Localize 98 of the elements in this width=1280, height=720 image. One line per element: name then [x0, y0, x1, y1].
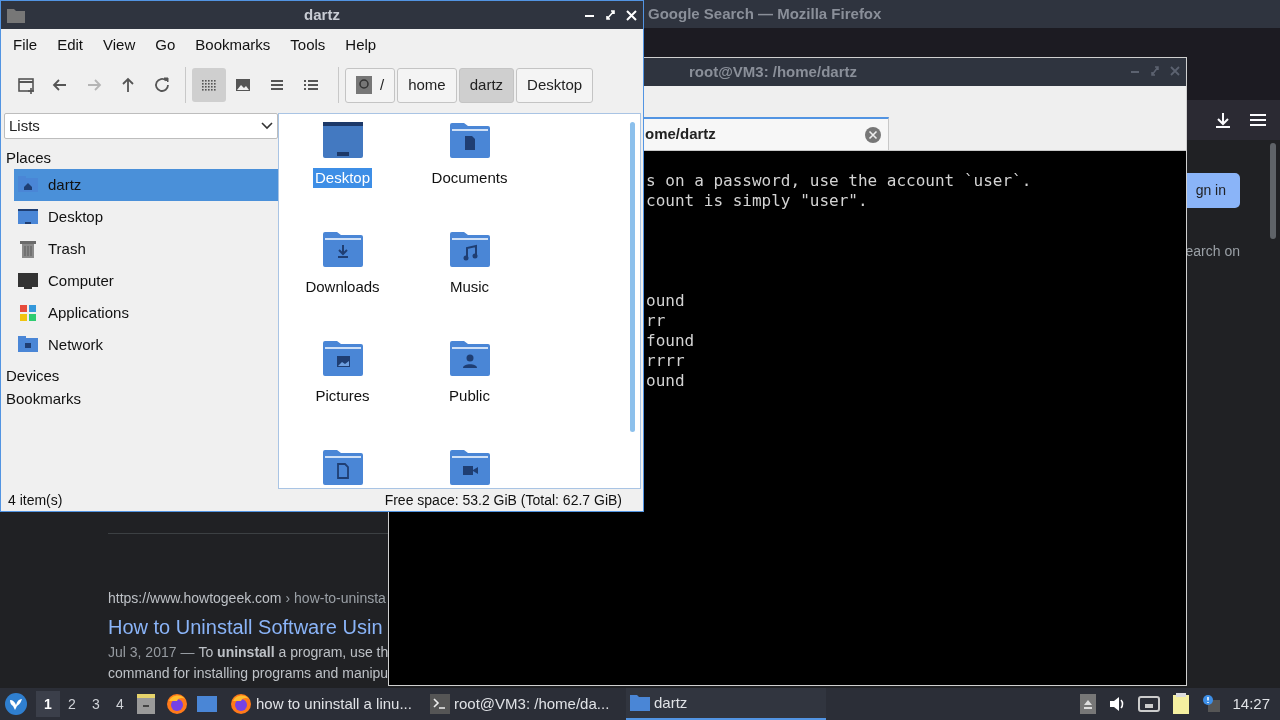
file-name[interactable]: Music [447, 277, 492, 297]
scrollbar-thumb[interactable] [1270, 143, 1276, 239]
sign-in-button[interactable]: gn in [1187, 173, 1240, 208]
taskbar-button[interactable]: how to uninstall a linu... [226, 688, 426, 720]
taskbar-button[interactable]: dartz [626, 688, 826, 720]
computer-icon [18, 271, 38, 291]
file-name[interactable]: Public [447, 386, 492, 406]
globe-icon [230, 693, 252, 715]
sidebar-item-label: Network [48, 334, 103, 355]
clock: 14:27 [1232, 693, 1270, 714]
section-heading: Places [5, 148, 53, 168]
public-folder-icon[interactable] [449, 340, 490, 377]
menu-icon[interactable] [1250, 113, 1266, 127]
path-button[interactable]: Desktop [516, 67, 594, 103]
globe-icon[interactable] [166, 693, 188, 715]
terminal-line: ound [646, 371, 686, 391]
desktop-folder-icon[interactable] [322, 122, 363, 159]
applications-icon [18, 303, 38, 323]
sidebar-item[interactable]: Applications [14, 297, 278, 329]
file-name[interactable]: Downloads [303, 277, 382, 297]
terminal-icon [430, 693, 450, 715]
path-button[interactable]: dartz [458, 67, 515, 103]
menu-item[interactable]: Tools [280, 33, 336, 57]
search-settings-text: earch on [1184, 242, 1240, 261]
documents-folder-icon[interactable] [449, 122, 490, 159]
chevron-down-icon [261, 122, 273, 130]
result-title-link[interactable]: How to Uninstall Software Usin [108, 612, 383, 642]
terminal-line: count is simply "user". [646, 191, 869, 211]
window-title: dartz [304, 4, 340, 25]
sidebar-item-label: Computer [48, 270, 114, 291]
terminal-line: rr [646, 311, 667, 331]
section-heading: Devices [5, 366, 61, 384]
monitor-icon [18, 207, 38, 227]
terminal-line: ound [646, 291, 686, 311]
download-icon[interactable] [1214, 111, 1232, 129]
menu-item[interactable]: Bookmarks [185, 33, 281, 57]
scrollbar-thumb[interactable] [630, 122, 635, 432]
home-folder-icon [18, 175, 38, 195]
menu-item[interactable]: View [93, 33, 146, 57]
sidebar-item[interactable]: Network [14, 329, 278, 361]
network-icon[interactable] [1138, 695, 1161, 713]
trash-icon [18, 239, 38, 259]
sidebar-item[interactable]: dartz [14, 169, 278, 201]
folder-icon [7, 7, 25, 23]
file-cabinet-icon[interactable] [136, 693, 156, 715]
downloads-folder-icon[interactable] [322, 231, 363, 268]
path-button[interactable]: home [397, 67, 457, 103]
terminal-line: s on a password, use the account `user`. [646, 171, 1033, 191]
taskbar-button[interactable]: root@VM3: /home/da... [426, 688, 626, 720]
sidebar-item-label: Applications [48, 302, 129, 323]
menu-item[interactable]: Go [145, 33, 186, 57]
video-folder-icon[interactable] [449, 449, 490, 486]
tab-label: ome/dartz [645, 124, 716, 145]
new-tab-icon [16, 75, 36, 95]
path-button[interactable]: / [345, 67, 396, 103]
file-name[interactable]: Pictures [313, 386, 372, 406]
terminal-line: found [646, 331, 696, 351]
sidebar-item-label: dartz [48, 174, 82, 195]
sidebar-item[interactable]: Computer [14, 265, 278, 297]
network-folder-icon [18, 335, 38, 355]
drive-icon [356, 75, 372, 95]
sidebar-item-label: Trash [48, 238, 86, 259]
result-url: https://www.howtogeek.com [108, 590, 282, 606]
workspace-button[interactable]: 1 [36, 691, 60, 717]
menu-item[interactable]: Help [335, 33, 387, 57]
view-dropdown[interactable]: Lists [4, 113, 278, 139]
music-folder-icon[interactable] [449, 231, 490, 268]
sidebar-item-label: Desktop [48, 206, 104, 227]
pictures-folder-icon[interactable] [322, 340, 363, 377]
workspace-button[interactable]: 4 [108, 691, 132, 717]
terminal-line: rrrr [646, 351, 686, 371]
menu-item[interactable]: File [3, 33, 48, 57]
result-breadcrumb: › how-to-uninsta [285, 590, 386, 606]
reload-icon [152, 75, 172, 95]
path-label: / [380, 74, 385, 95]
workspace-button[interactable]: 3 [84, 691, 108, 717]
monitor-icon[interactable] [196, 694, 218, 714]
window-title: Google Search — Mozilla Firefox [648, 3, 882, 24]
notification-icon[interactable] [1202, 694, 1221, 714]
free-space-text: Free space: 53.2 GiB (Total: 62.7 GiB) [384, 490, 623, 510]
start-menu-icon[interactable] [4, 692, 28, 716]
workspace-button[interactable]: 2 [60, 691, 84, 717]
file-name[interactable]: Documents [429, 168, 510, 188]
dropdown-label: Lists [9, 115, 40, 136]
eject-icon[interactable] [1080, 694, 1097, 714]
templates-folder-icon[interactable] [322, 449, 363, 486]
menu-item[interactable]: Edit [47, 33, 94, 57]
folder-icon [630, 692, 650, 714]
result-snippet: To uninstall a program, use th [198, 643, 389, 662]
result-snippet: command for installing programs and manipu [108, 664, 389, 683]
terminal-tab[interactable]: ome/dartz [644, 117, 889, 150]
result-date: Jul 3, 2017 — [108, 643, 195, 662]
notes-icon[interactable] [1172, 693, 1191, 715]
section-heading: Bookmarks [5, 389, 83, 407]
window-title: root@VM3: /home/dartz [689, 61, 857, 82]
sidebar-item[interactable]: Trash [14, 233, 278, 265]
status-text: 4 item(s) [8, 490, 63, 510]
sidebar-item[interactable]: Desktop [14, 201, 278, 233]
